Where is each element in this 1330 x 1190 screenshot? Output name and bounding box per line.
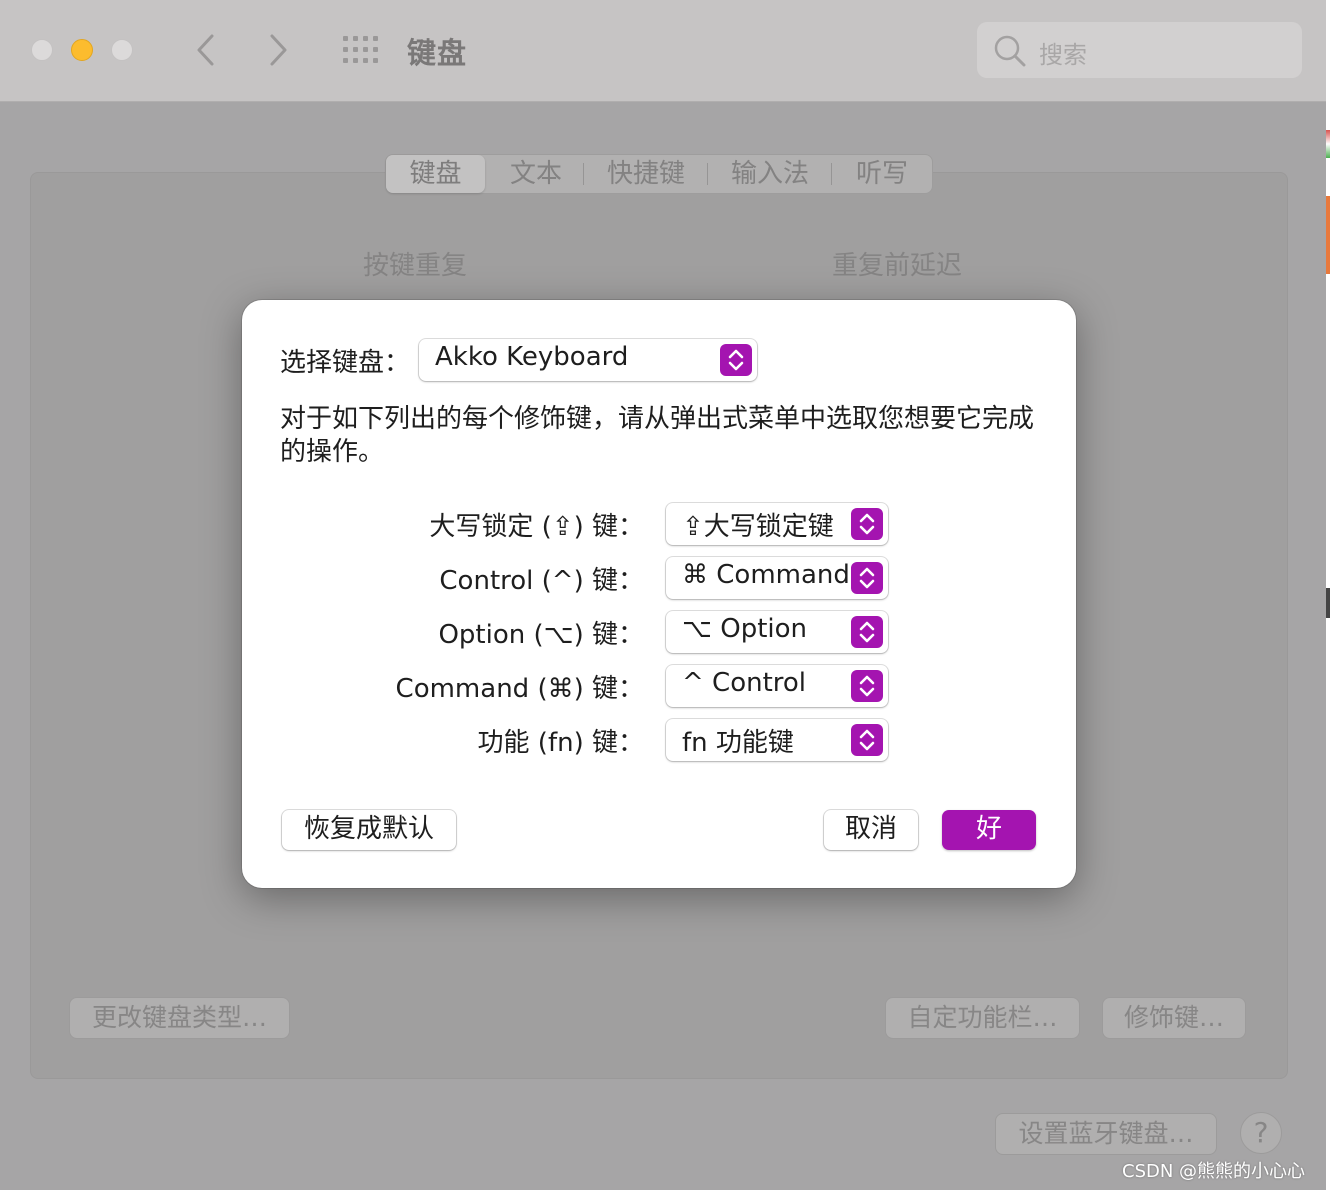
control-key-popup[interactable]: ⌘ Command [666, 557, 888, 599]
option-key-value: ⌥ Option [682, 614, 807, 644]
edge-mark [1326, 196, 1330, 274]
tab-shortcuts[interactable]: 快捷键 [586, 155, 706, 193]
change-keyboard-type-button[interactable]: 更改键盘类型… [69, 997, 290, 1039]
tab-text[interactable]: 文本 [490, 155, 582, 193]
up-down-chevron-icon [851, 670, 883, 702]
show-all-button[interactable] [341, 34, 381, 66]
close-window-button[interactable] [31, 39, 53, 61]
watermark: CSDN @熊熊的小心心 [1122, 1161, 1306, 1182]
restore-defaults-button[interactable]: 恢复成默认 [282, 810, 456, 850]
control-key-value: ⌘ Command [682, 560, 850, 590]
caps-lock-key-label: 大写锁定 (⇪) 键： [429, 512, 644, 542]
keyboard-select-value: Akko Keyboard [435, 342, 629, 372]
caps-lock-key-value: ⇪大写锁定键 [682, 512, 834, 542]
setup-bluetooth-keyboard-button[interactable]: 设置蓝牙键盘… [995, 1113, 1217, 1155]
fn-key-label: 功能 (fn) 键： [477, 728, 644, 758]
tab-dictation[interactable]: 听写 [834, 155, 930, 193]
modifier-keys-dialog: 选择键盘： Akko Keyboard 对于如下列出的每个修饰键，请从弹出式菜单… [242, 300, 1076, 888]
search-input[interactable]: 搜索 [977, 22, 1302, 78]
option-key-label: Option (⌥) 键： [438, 620, 644, 650]
zoom-window-button[interactable] [111, 39, 133, 61]
up-down-chevron-icon [851, 562, 883, 594]
tab-bar: 键盘 文本 快捷键 输入法 听写 [385, 154, 933, 194]
option-key-popup[interactable]: ⌥ Option [666, 611, 888, 653]
system-preferences-window: 键盘 搜索 键盘 文本 快捷键 输入法 听写 按键重复 重复前延迟 更改键盘类型… [0, 0, 1326, 1190]
control-key-label: Control (^) 键： [439, 566, 644, 596]
back-button[interactable] [186, 30, 226, 70]
up-down-chevron-icon [851, 508, 883, 540]
dialog-description: 对于如下列出的每个修饰键，请从弹出式菜单中选取您想要它完成的操作。 [280, 404, 1035, 467]
tab-input-sources[interactable]: 输入法 [710, 155, 830, 193]
key-repeat-label: 按键重复 [363, 251, 468, 281]
tab-separator [583, 163, 584, 185]
window-title: 键盘 [407, 36, 468, 70]
minimize-window-button[interactable] [71, 39, 93, 61]
delay-until-repeat-label: 重复前延迟 [832, 251, 963, 281]
command-key-label: Command (⌘) 键： [395, 674, 644, 704]
ok-button[interactable]: 好 [942, 810, 1036, 850]
customize-control-strip-button[interactable]: 自定功能栏… [885, 997, 1080, 1039]
keyboard-select-popup[interactable]: Akko Keyboard [419, 339, 757, 381]
grid-icon [343, 36, 378, 63]
select-keyboard-label: 选择键盘： [280, 348, 411, 378]
up-down-chevron-icon [851, 724, 883, 756]
command-key-value: ^ Control [682, 668, 807, 698]
caps-lock-key-popup[interactable]: ⇪大写锁定键 [666, 503, 888, 545]
title-bar: 键盘 搜索 [0, 0, 1326, 102]
tab-separator [831, 163, 832, 185]
tab-separator [707, 163, 708, 185]
help-button[interactable]: ? [1240, 1112, 1282, 1154]
fn-key-value: fn 功能键 [682, 728, 794, 758]
fn-key-popup[interactable]: fn 功能键 [666, 719, 888, 761]
up-down-chevron-icon [851, 616, 883, 648]
chevron-right-icon [270, 34, 287, 66]
search-placeholder: 搜索 [1039, 41, 1087, 69]
cancel-button[interactable]: 取消 [824, 810, 918, 850]
chevron-left-icon [197, 34, 214, 66]
tab-keyboard[interactable]: 键盘 [386, 155, 485, 193]
edge-mark [1326, 130, 1330, 158]
up-down-chevron-icon [720, 344, 752, 376]
edge-mark [1326, 588, 1330, 618]
forward-button[interactable] [258, 30, 298, 70]
modifier-keys-button[interactable]: 修饰键… [1102, 997, 1246, 1039]
command-key-popup[interactable]: ^ Control [666, 665, 888, 707]
search-icon [994, 35, 1026, 67]
